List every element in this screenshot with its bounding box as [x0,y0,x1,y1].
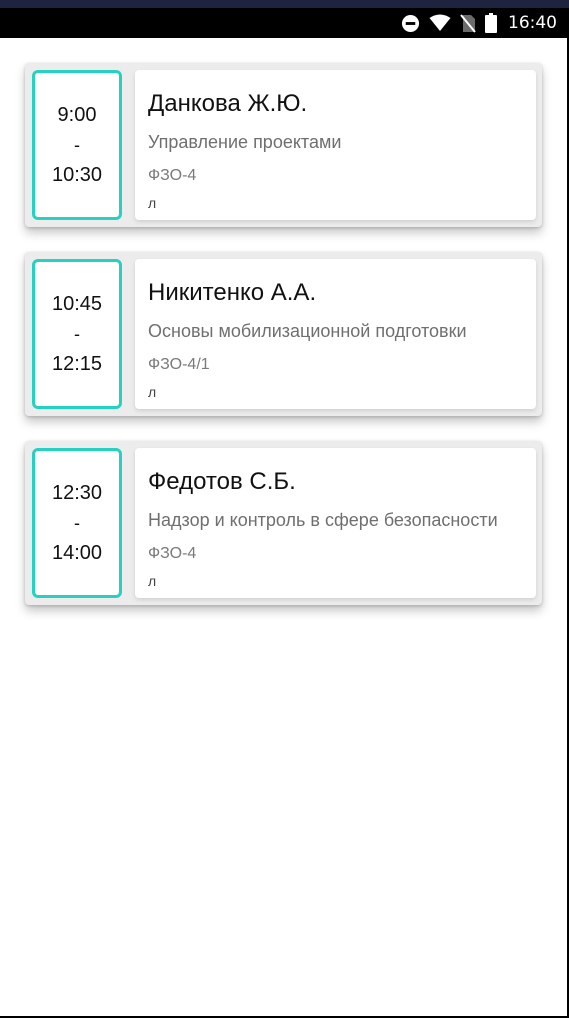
room-label: ФЗО-4 [148,167,197,184]
teacher-name: Никитенко А.А. [148,279,317,306]
lesson-type: л [148,573,157,589]
teacher-name: Данкова Ж.Ю. [148,90,308,117]
room-label: ФЗО-4/1 [148,356,210,373]
wifi-icon [429,14,451,32]
subject-name: Надзор и контроль в сфере безопасности [148,510,498,530]
status-time: 16:40 [508,13,557,33]
lesson-type: л [148,384,157,400]
lesson-info: Федотов С.Б. Надзор и контроль в сфере б… [135,448,536,598]
room-label: ФЗО-4 [148,545,197,562]
lesson-info: Никитенко А.А. Основы мобилизационной по… [135,259,536,409]
do-not-disturb-icon [401,14,420,33]
lesson-info: Данкова Ж.Ю. Управление проектами ФЗО-4 … [135,70,536,220]
time-separator: - [74,135,80,155]
lesson-card[interactable]: 12:30 - 14:00 Федотов С.Б. Надзор и конт… [25,441,542,605]
lesson-list: 9:00 - 10:30 Данкова Ж.Ю. Управление про… [25,63,542,630]
top-strip [0,0,569,8]
status-bar: 16:40 [0,8,569,38]
start-time: 9:00 [57,104,97,126]
time-range: 10:45 - 12:15 [32,259,122,409]
time-range: 12:30 - 14:00 [32,448,122,598]
time-separator: - [74,513,80,533]
teacher-name: Федотов С.Б. [148,468,296,495]
subject-name: Основы мобилизационной подготовки [148,321,467,341]
end-time: 14:00 [51,542,103,564]
app-screen: 16:40 9:00 - 10:30 Данкова Ж.Ю. Управлен… [0,0,569,1018]
end-time: 12:15 [51,353,103,375]
lesson-card[interactable]: 9:00 - 10:30 Данкова Ж.Ю. Управление про… [25,63,542,227]
battery-icon [485,13,497,33]
end-time: 10:30 [51,164,103,186]
lesson-type: л [148,195,157,211]
time-separator: - [74,324,80,344]
subject-name: Управление проектами [148,132,342,152]
start-time: 12:30 [51,482,103,504]
time-range: 9:00 - 10:30 [32,70,122,220]
start-time: 10:45 [51,293,103,315]
no-sim-icon [460,13,476,33]
lesson-card[interactable]: 10:45 - 12:15 Никитенко А.А. Основы моби… [25,252,542,416]
